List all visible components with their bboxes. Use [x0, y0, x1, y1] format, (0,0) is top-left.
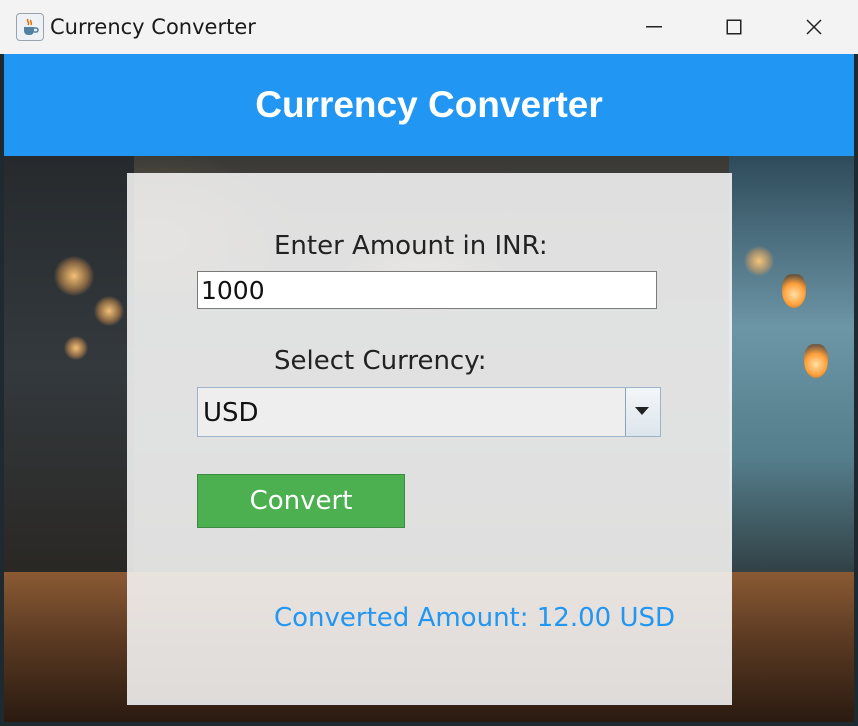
- currency-label: Select Currency:: [274, 346, 487, 376]
- page-title: Currency Converter: [255, 84, 603, 125]
- java-cup-icon: [16, 13, 44, 41]
- close-button[interactable]: [774, 0, 854, 54]
- currency-selected-value: USD: [203, 398, 259, 428]
- title-bar[interactable]: Currency Converter: [0, 0, 858, 55]
- minimize-button[interactable]: [614, 0, 694, 54]
- maximize-icon: [726, 19, 742, 35]
- amount-label: Enter Amount in INR:: [274, 231, 548, 261]
- close-icon: [806, 19, 822, 35]
- amount-input[interactable]: 1000: [197, 271, 657, 309]
- minimize-icon: [646, 26, 662, 28]
- window-title: Currency Converter: [50, 15, 256, 39]
- convert-button[interactable]: Convert: [197, 474, 405, 528]
- currency-select[interactable]: USD: [197, 387, 661, 437]
- app-window: Currency Converter Currency Converter En…: [0, 0, 858, 726]
- converted-amount-text: Converted Amount: 12.00 USD: [274, 603, 676, 633]
- converter-panel: Enter Amount in INR: 1000 Select Currenc…: [127, 173, 732, 705]
- chevron-down-icon: [635, 407, 649, 415]
- header-banner: Currency Converter: [4, 54, 854, 156]
- maximize-button[interactable]: [694, 0, 774, 54]
- dropdown-arrow-button[interactable]: [625, 388, 660, 436]
